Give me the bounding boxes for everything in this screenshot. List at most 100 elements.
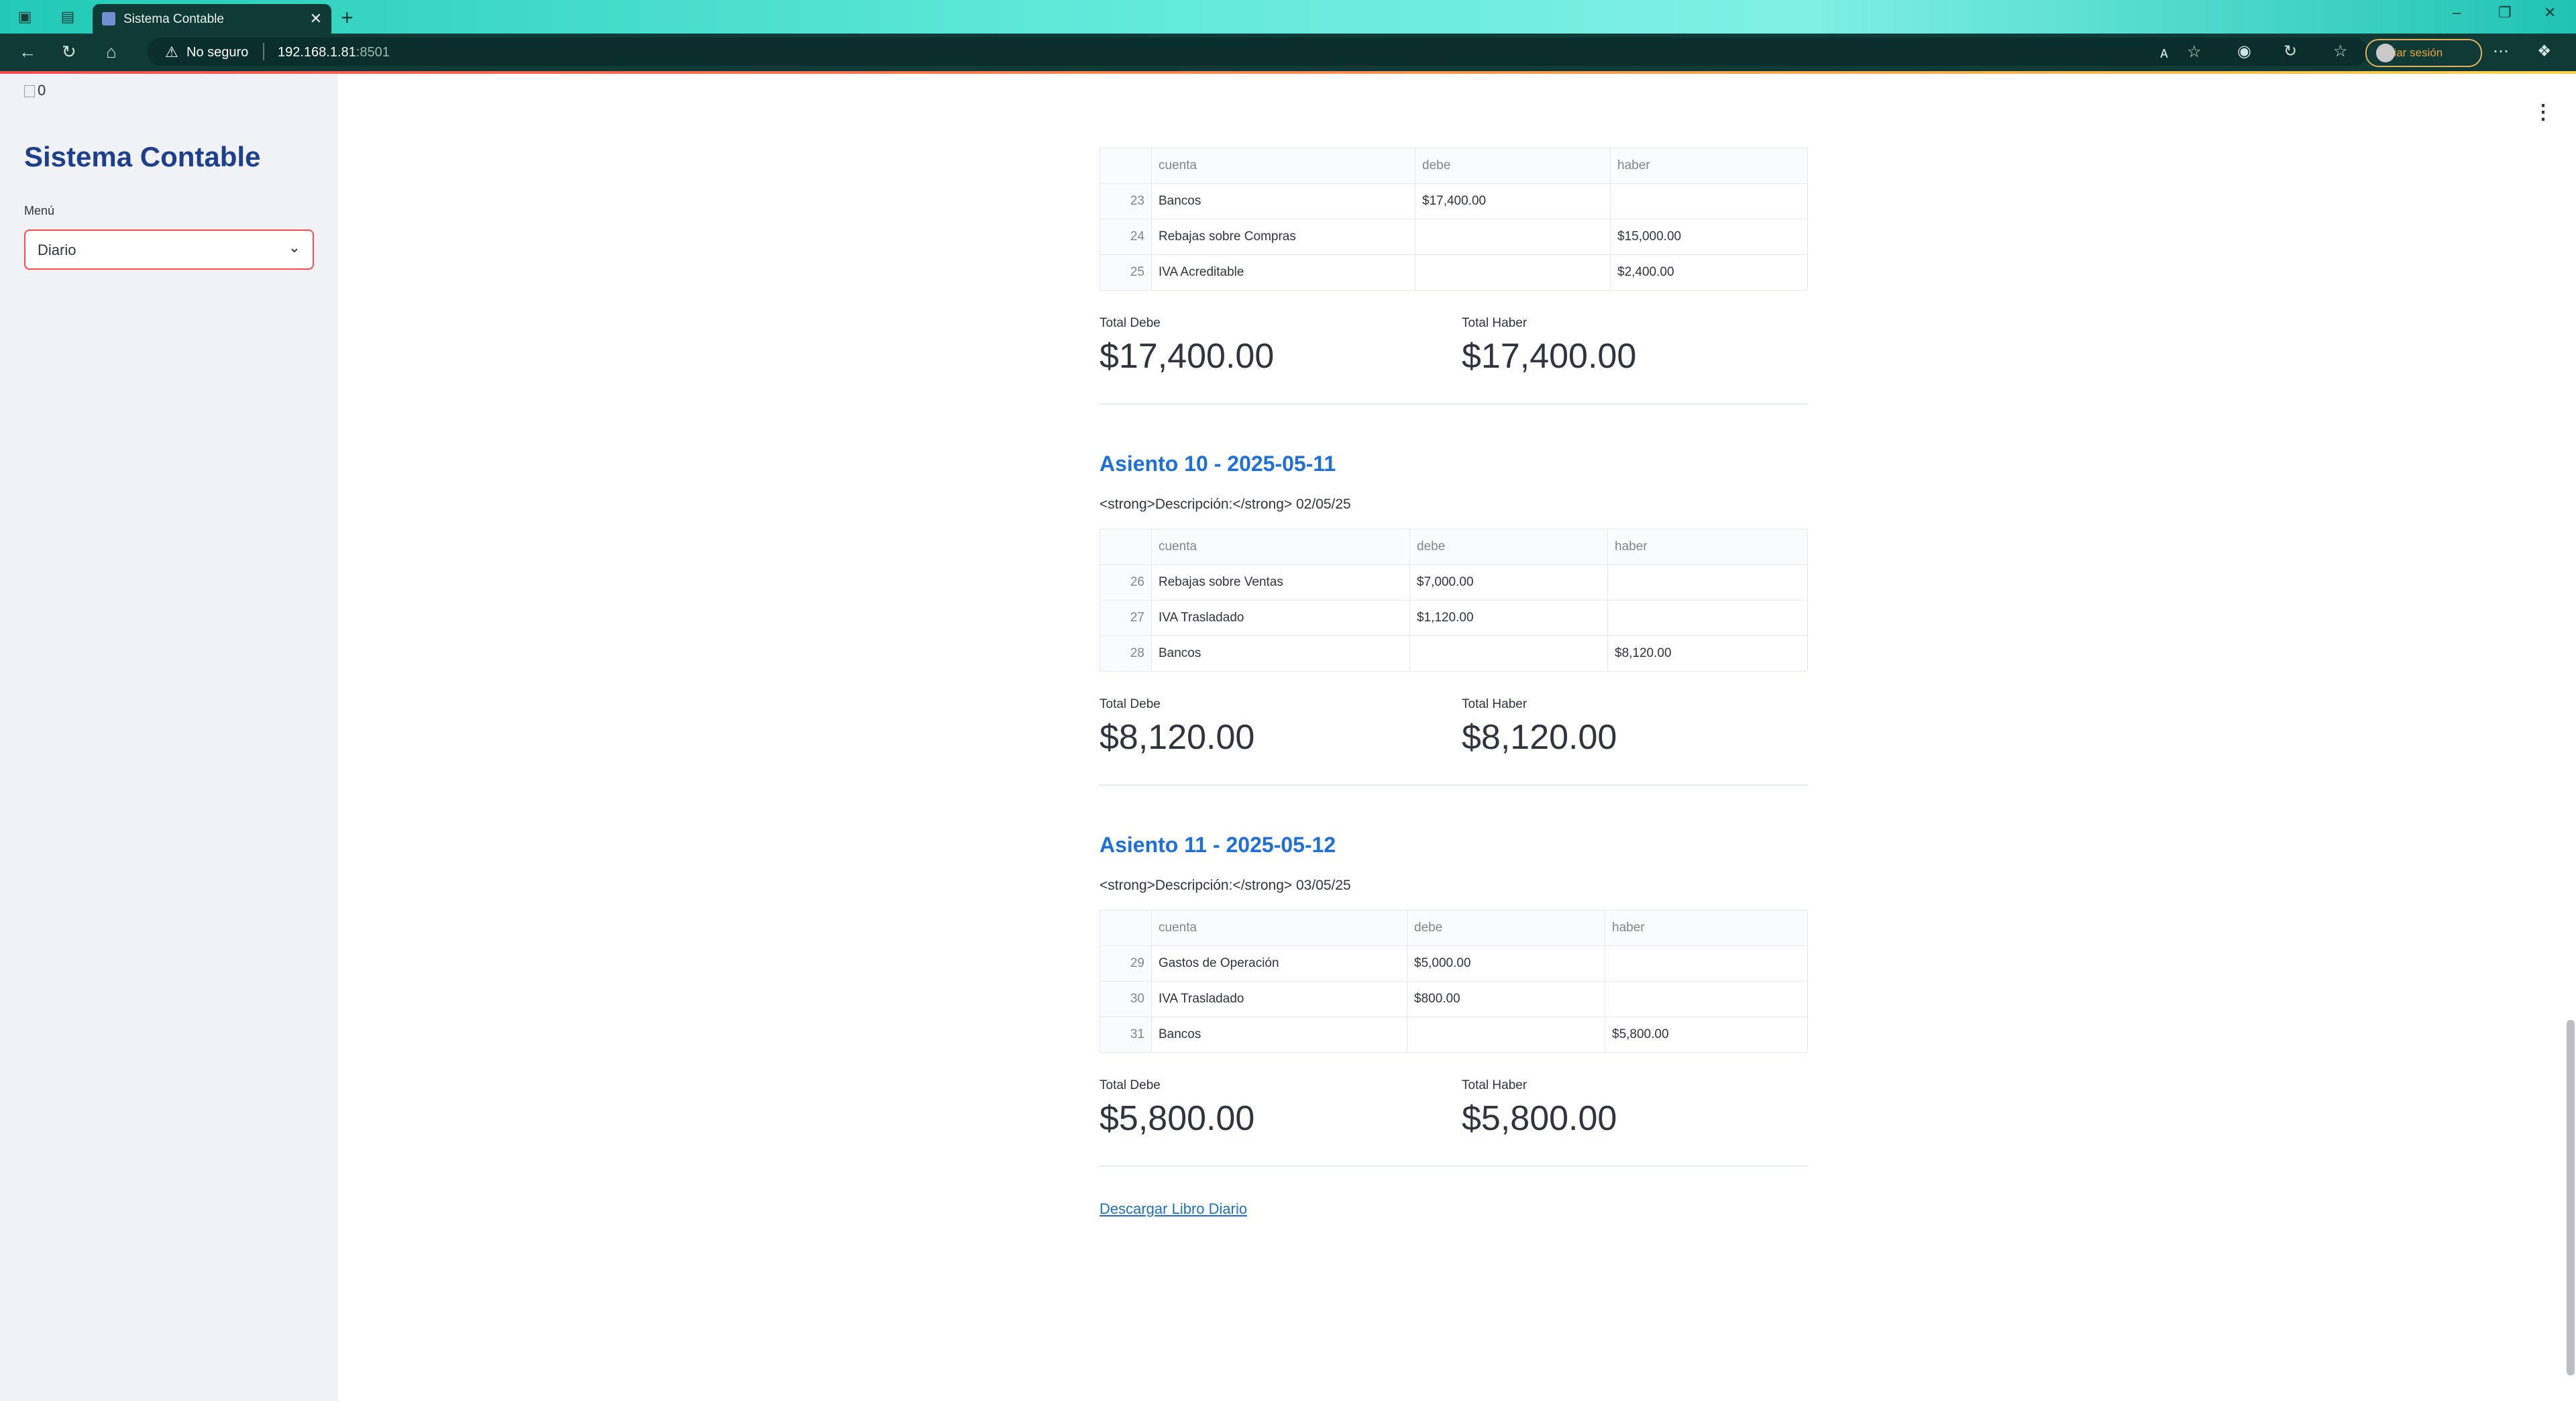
total-haber-metric: Total Haber $5,800.00: [1462, 1078, 1617, 1139]
entry-title: Asiento 10 - 2025-05-11: [1099, 452, 1336, 476]
more-menu-icon[interactable]: ⋯: [2493, 42, 2509, 61]
cell-cuenta[interactable]: Gastos de Operación: [1151, 945, 1407, 982]
divider: [1099, 1165, 1808, 1167]
cell-debe[interactable]: $7,000.00: [1409, 564, 1608, 601]
cell-debe[interactable]: $1,120.00: [1409, 600, 1608, 636]
column-header-cuenta[interactable]: cuenta: [1151, 529, 1410, 565]
cell-haber[interactable]: $2,400.00: [1610, 254, 1808, 291]
favorites-icon[interactable]: ☆: [2333, 42, 2348, 61]
table-header-row: cuenta debe haber: [1099, 910, 1808, 946]
column-header-haber[interactable]: haber: [1607, 529, 1808, 565]
column-header-debe[interactable]: debe: [1415, 148, 1611, 184]
entry-table[interactable]: cuenta debe haber 23 Bancos $17,400.00 24 R…: [1099, 148, 1808, 291]
column-header-debe[interactable]: debe: [1407, 910, 1605, 946]
tab-actions-icon[interactable]: ▤: [59, 9, 76, 25]
cell-debe[interactable]: [1409, 635, 1608, 672]
table-row[interactable]: 24 Rebajas sobre Compras $15,000.00: [1099, 219, 1808, 255]
new-tab-icon[interactable]: +: [341, 5, 354, 30]
total-haber-value: $17,400.00: [1462, 337, 1637, 376]
cell-cuenta[interactable]: IVA Acreditable: [1151, 254, 1415, 291]
table-row[interactable]: 31 Bancos $5,800.00: [1099, 1017, 1808, 1053]
table-row[interactable]: 23 Bancos $17,400.00: [1099, 183, 1808, 219]
cell-debe[interactable]: [1415, 219, 1611, 255]
row-index: 24: [1099, 219, 1152, 255]
row-index: 28: [1099, 635, 1152, 672]
table-row[interactable]: 26 Rebajas sobre Ventas $7,000.00: [1099, 564, 1808, 601]
warning-icon[interactable]: ⚠: [165, 44, 178, 61]
signin-button[interactable]: Iniciar sesión: [2365, 39, 2482, 67]
app-menu-icon[interactable]: ⋮: [2533, 101, 2553, 124]
favorite-star-icon[interactable]: ☆: [2187, 42, 2202, 62]
url-text[interactable]: 192.168.1.81:8501: [278, 45, 390, 60]
column-header-haber[interactable]: haber: [1610, 148, 1808, 184]
cell-haber[interactable]: [1607, 600, 1808, 636]
menu-select[interactable]: Diario ⌄: [24, 229, 314, 270]
download-link[interactable]: Descargar Libro Diario: [1099, 1200, 1247, 1218]
table-row[interactable]: 29 Gastos de Operación $5,000.00: [1099, 945, 1808, 982]
cell-debe[interactable]: $800.00: [1407, 981, 1605, 1017]
browser-tab[interactable]: Sistema Contable ✕: [93, 4, 331, 34]
column-header-cuenta[interactable]: cuenta: [1151, 910, 1407, 946]
sync-icon[interactable]: ↻: [2284, 42, 2297, 61]
cell-haber[interactable]: [1610, 183, 1808, 219]
column-header-debe[interactable]: debe: [1409, 529, 1608, 565]
cell-cuenta[interactable]: Rebajas sobre Ventas: [1151, 564, 1410, 601]
cell-haber[interactable]: $5,800.00: [1605, 1017, 1808, 1053]
scrollbar[interactable]: [2567, 1020, 2575, 1376]
table-row[interactable]: 30 IVA Trasladado $800.00: [1099, 981, 1808, 1017]
total-debe-value: $5,800.00: [1099, 1099, 1255, 1138]
table-row[interactable]: 27 IVA Trasladado $1,120.00: [1099, 600, 1808, 636]
table-row[interactable]: 25 IVA Acreditable $2,400.00: [1099, 254, 1808, 291]
cell-cuenta[interactable]: IVA Trasladado: [1151, 981, 1407, 1017]
row-index: 23: [1099, 183, 1152, 219]
reload-icon[interactable]: ↻: [62, 42, 76, 62]
workspaces-icon[interactable]: ▣: [16, 9, 34, 25]
index-header: [1099, 529, 1152, 565]
cell-cuenta[interactable]: IVA Trasladado: [1151, 600, 1410, 636]
total-haber-value: $8,120.00: [1462, 718, 1617, 757]
browser-tab-bar: ▣ ▤ Sistema Contable ✕ + – ❐ ✕: [0, 0, 2576, 34]
copilot-icon[interactable]: ❖: [2537, 42, 2552, 61]
cell-haber[interactable]: [1605, 945, 1808, 982]
minimize-icon[interactable]: –: [2453, 4, 2461, 21]
cell-haber[interactable]: $15,000.00: [1610, 219, 1808, 255]
back-icon[interactable]: ←: [19, 42, 36, 62]
cell-haber[interactable]: [1607, 564, 1808, 601]
chevron-down-icon[interactable]: ⌄: [288, 239, 301, 256]
cell-haber[interactable]: $8,120.00: [1607, 635, 1808, 672]
home-icon[interactable]: ⌂: [106, 42, 117, 62]
entry-description: <strong>Descripción:</strong> 02/05/25: [1099, 497, 1351, 512]
total-debe-value: $17,400.00: [1099, 337, 1275, 376]
entry-table[interactable]: cuenta debe haber 29 Gastos de Operación $…: [1099, 910, 1808, 1053]
row-index: 25: [1099, 254, 1152, 291]
total-haber-metric: Total Haber $17,400.00: [1462, 316, 1636, 376]
url-field[interactable]: ⚠ No seguro 192.168.1.81:8501 ᴀ ☆: [148, 38, 2368, 66]
close-window-icon[interactable]: ✕: [2544, 4, 2556, 21]
menu-select-value[interactable]: Diario: [38, 242, 76, 259]
table-row[interactable]: 28 Bancos $8,120.00: [1099, 635, 1808, 672]
column-header-cuenta[interactable]: cuenta: [1151, 148, 1415, 184]
cell-debe[interactable]: [1415, 254, 1611, 291]
column-header-haber[interactable]: haber: [1605, 910, 1808, 946]
total-debe-metric: Total Debe $8,120.00: [1099, 697, 1254, 758]
security-label[interactable]: No seguro: [186, 45, 248, 60]
divider: [1099, 784, 1808, 786]
read-aloud-icon[interactable]: ᴀ: [2160, 44, 2168, 62]
cell-debe[interactable]: [1407, 1017, 1605, 1053]
cell-cuenta[interactable]: Bancos: [1151, 635, 1410, 672]
cell-cuenta[interactable]: Bancos: [1151, 183, 1415, 219]
row-index: 30: [1099, 981, 1152, 1017]
total-debe-label: Total Debe: [1099, 1078, 1161, 1092]
menu-label: Menú: [24, 204, 55, 217]
cell-debe[interactable]: $17,400.00: [1415, 183, 1611, 219]
cell-haber[interactable]: [1605, 981, 1808, 1017]
total-haber-label: Total Haber: [1462, 1078, 1527, 1092]
row-index: 26: [1099, 564, 1152, 601]
cell-debe[interactable]: $5,000.00: [1407, 945, 1605, 982]
entry-table[interactable]: cuenta debe haber 26 Rebajas sobre Ventas…: [1099, 529, 1808, 672]
restore-icon[interactable]: ❐: [2498, 4, 2512, 21]
extension-icon[interactable]: ◉: [2237, 42, 2251, 61]
cell-cuenta[interactable]: Bancos: [1151, 1017, 1407, 1053]
close-tab-icon[interactable]: ✕: [310, 10, 322, 28]
cell-cuenta[interactable]: Rebajas sobre Compras: [1151, 219, 1415, 255]
